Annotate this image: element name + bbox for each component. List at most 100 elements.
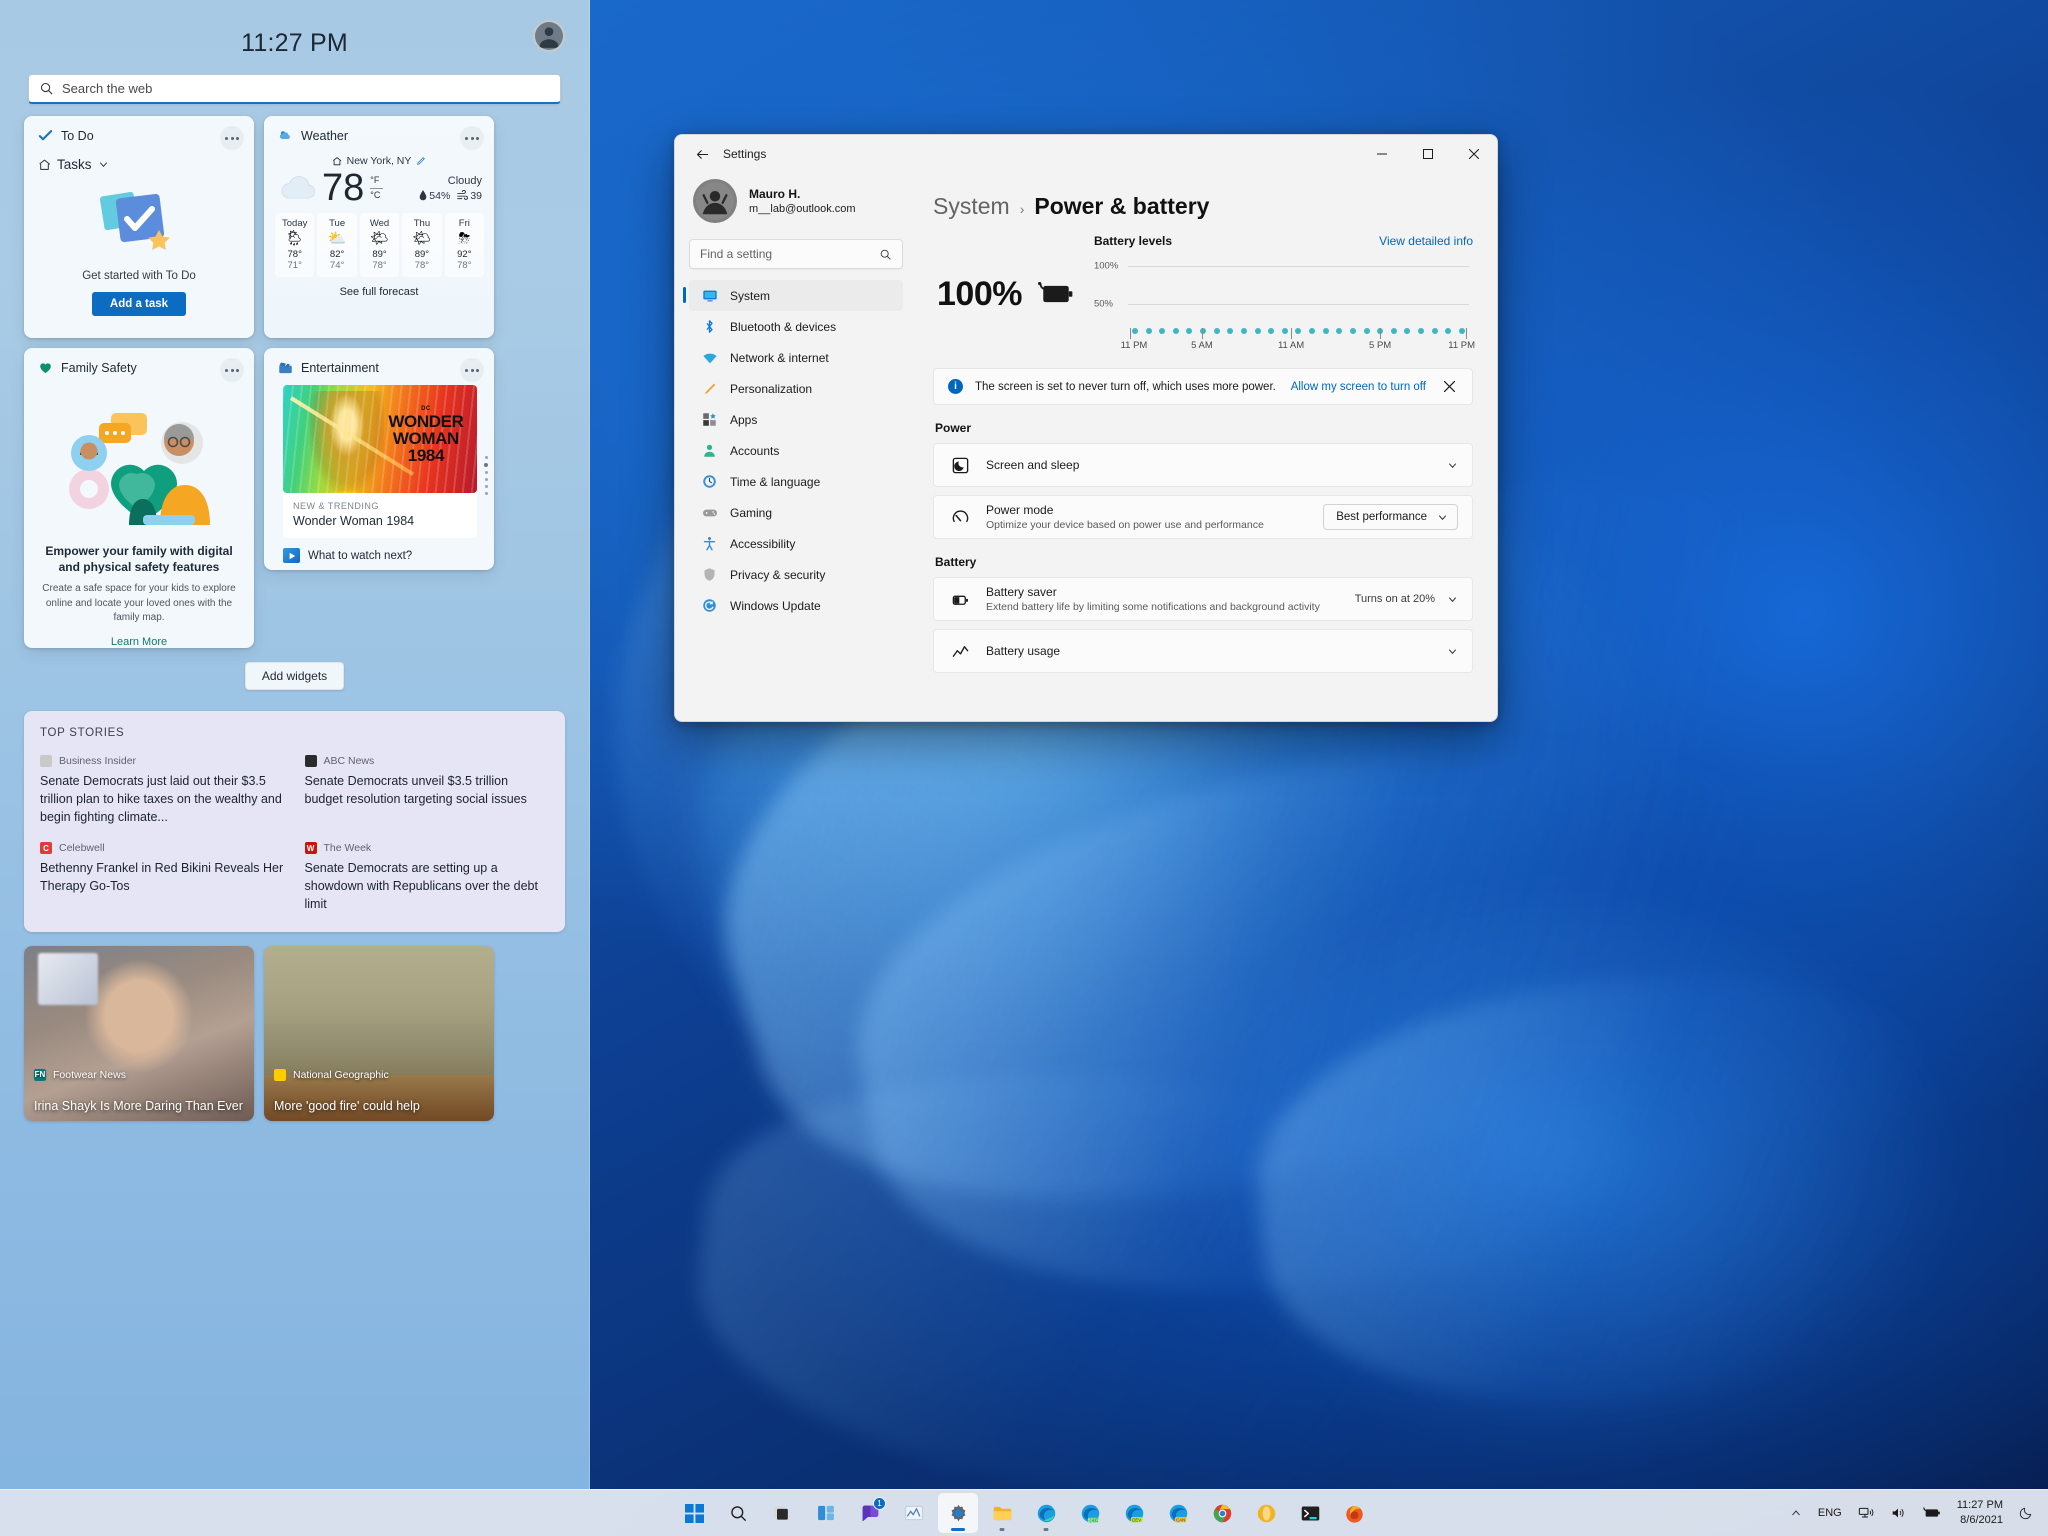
story-item[interactable]: W The Week Senate Democrats are setting …: [305, 842, 550, 913]
edit-pencil-icon[interactable]: [416, 156, 426, 166]
widget-entertainment-more-button[interactable]: [460, 358, 484, 382]
minimize-button[interactable]: [1359, 135, 1405, 173]
clock-button[interactable]: 11:27 PM 8/6/2021: [1950, 1498, 2010, 1528]
opera-button[interactable]: [1246, 1493, 1286, 1533]
story-item[interactable]: Business Insider Senate Democrats just l…: [40, 755, 285, 826]
carousel-dot[interactable]: [485, 478, 488, 481]
sidebar-item-apps[interactable]: Apps: [689, 404, 903, 435]
terminal-button[interactable]: [1290, 1493, 1330, 1533]
account-profile[interactable]: Mauro H. m__lab@outlook.com: [689, 173, 903, 223]
widgets-scroll-area[interactable]: 11:27 PM To Do T: [0, 0, 589, 1489]
edge-beta-button[interactable]: BETA: [1070, 1493, 1110, 1533]
forecast-day[interactable]: Today 🌦 78° 71°: [275, 213, 314, 277]
carousel-dot[interactable]: [485, 471, 488, 474]
power-mode-dropdown[interactable]: Best performance: [1323, 504, 1458, 530]
carousel-dot[interactable]: [485, 456, 488, 459]
widgets-button[interactable]: [806, 1493, 846, 1533]
allow-screen-turn-off-link[interactable]: Allow my screen to turn off: [1291, 381, 1426, 393]
search-button[interactable]: [718, 1493, 758, 1533]
web-search-box[interactable]: [28, 74, 561, 104]
edge-dev-button[interactable]: DEV: [1114, 1493, 1154, 1533]
edge-button[interactable]: [1026, 1493, 1066, 1533]
sidebar-item-accounts[interactable]: Accounts: [689, 435, 903, 466]
forecast-day[interactable]: Thu 🌤 89° 78°: [402, 213, 441, 277]
settings-titlebar[interactable]: Settings: [675, 135, 1497, 173]
carousel-dot-active[interactable]: [484, 463, 488, 467]
weather-location-row[interactable]: New York, NY: [264, 155, 494, 167]
sidebar-item-windows-update[interactable]: Windows Update: [689, 590, 903, 621]
carousel-indicators[interactable]: [484, 456, 488, 495]
sidebar-item-accessibility[interactable]: Accessibility: [689, 528, 903, 559]
battery-button[interactable]: [1915, 1494, 1948, 1532]
forecast-day[interactable]: Fri ⛈ 92° 78°: [445, 213, 484, 277]
close-button[interactable]: [1451, 135, 1497, 173]
sidebar-item-network-internet[interactable]: Network & internet: [689, 342, 903, 373]
find-a-setting-box[interactable]: [689, 239, 903, 269]
see-full-forecast-link[interactable]: See full forecast: [264, 277, 494, 298]
excel-app-button[interactable]: [894, 1493, 934, 1533]
widgets-avatar[interactable]: [533, 20, 565, 52]
web-search-input[interactable]: [62, 81, 550, 96]
add-widgets-button[interactable]: Add widgets: [245, 662, 344, 690]
forecast-day[interactable]: Tue ⛅ 82° 74°: [317, 213, 356, 277]
sidebar-item-privacy-security[interactable]: Privacy & security: [689, 559, 903, 590]
story-headline[interactable]: Senate Democrats unveil $3.5 trillion bu…: [305, 773, 550, 809]
breadcrumb-root[interactable]: System: [933, 193, 1010, 220]
sidebar-item-time-language[interactable]: Time & language: [689, 466, 903, 497]
news-image-card[interactable]: National Geographic More 'good fire' cou…: [264, 946, 494, 1121]
setting-row-power-mode[interactable]: Power mode Optimize your device based on…: [933, 495, 1473, 539]
sidebar-item-personalization[interactable]: Personalization: [689, 373, 903, 404]
add-task-button[interactable]: Add a task: [92, 292, 186, 316]
family-learn-more-link[interactable]: Learn More: [24, 636, 254, 648]
card-headline[interactable]: Irina Shayk Is More Daring Than Ever: [34, 1098, 244, 1115]
story-item[interactable]: ABC News Senate Democrats unveil $3.5 tr…: [305, 755, 550, 826]
firefox-button[interactable]: [1334, 1493, 1374, 1533]
sidebar-item-bluetooth-devices[interactable]: Bluetooth & devices: [689, 311, 903, 342]
todo-list-selector[interactable]: Tasks: [24, 143, 254, 172]
settings-window[interactable]: Settings: [674, 134, 1498, 722]
story-headline[interactable]: Bethenny Frankel in Red Bikini Reveals H…: [40, 860, 285, 896]
setting-row-battery-usage[interactable]: Battery usage: [933, 629, 1473, 673]
language-indicator[interactable]: ENG: [1811, 1494, 1849, 1532]
widget-todo-more-button[interactable]: [220, 126, 244, 150]
start-button[interactable]: [674, 1493, 714, 1533]
show-hidden-icons-button[interactable]: [1783, 1494, 1809, 1532]
chevron-down-icon[interactable]: [1447, 460, 1458, 471]
back-button[interactable]: [685, 140, 719, 168]
story-headline[interactable]: Senate Democrats just laid out their $3.…: [40, 773, 285, 826]
edge-canary-button[interactable]: CAN: [1158, 1493, 1198, 1533]
settings-app-button[interactable]: [938, 1493, 978, 1533]
story-headline[interactable]: Senate Democrats are setting up a showdo…: [305, 860, 550, 913]
setting-row-battery-saver[interactable]: Battery saver Extend battery life by lim…: [933, 577, 1473, 621]
setting-row-screen-and-sleep[interactable]: Screen and sleep: [933, 443, 1473, 487]
dismiss-banner-button[interactable]: [1438, 376, 1460, 398]
widget-weather[interactable]: Weather New York, NY 78 °F: [264, 116, 494, 338]
widget-entertainment[interactable]: Entertainment DC WONDER WOMAN 1984: [264, 348, 494, 570]
news-image-card[interactable]: FN Footwear News Irina Shayk Is More Dar…: [24, 946, 254, 1121]
file-explorer-button[interactable]: [982, 1493, 1022, 1533]
network-button[interactable]: [1851, 1494, 1881, 1532]
find-a-setting-input[interactable]: [700, 247, 873, 261]
carousel-dot[interactable]: [485, 485, 488, 488]
volume-button[interactable]: [1883, 1494, 1913, 1532]
maximize-button[interactable]: [1405, 135, 1451, 173]
chevron-down-icon[interactable]: [1447, 594, 1458, 605]
widget-family-safety[interactable]: Family Safety: [24, 348, 254, 648]
entertainment-poster[interactable]: DC WONDER WOMAN 1984: [283, 385, 477, 493]
view-detailed-info-link[interactable]: View detailed info: [1379, 234, 1473, 248]
widget-todo[interactable]: To Do Tasks Get started: [24, 116, 254, 338]
chat-button[interactable]: 1: [850, 1493, 890, 1533]
task-view-button[interactable]: [762, 1493, 802, 1533]
card-headline[interactable]: More 'good fire' could help: [274, 1098, 484, 1115]
story-item[interactable]: C Celebwell Bethenny Frankel in Red Biki…: [40, 842, 285, 913]
chrome-button[interactable]: [1202, 1493, 1242, 1533]
weather-unit-toggle[interactable]: °F °C: [370, 175, 383, 201]
sidebar-item-system[interactable]: System: [689, 280, 903, 311]
chevron-down-icon[interactable]: [1447, 646, 1458, 657]
widget-weather-more-button[interactable]: [460, 126, 484, 150]
notifications-button[interactable]: [2012, 1494, 2040, 1532]
what-to-watch-next-link[interactable]: What to watch next?: [264, 538, 494, 563]
forecast-day[interactable]: Wed 🌤 89° 78°: [360, 213, 399, 277]
carousel-dot[interactable]: [485, 492, 488, 495]
sidebar-item-gaming[interactable]: Gaming: [689, 497, 903, 528]
